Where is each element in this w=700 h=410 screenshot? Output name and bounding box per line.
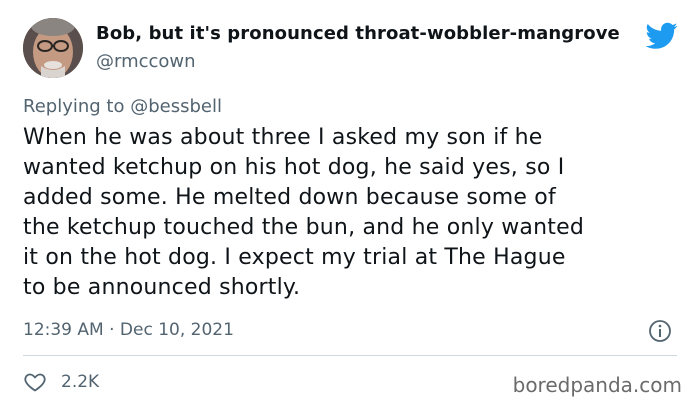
twitter-bird-icon[interactable] — [646, 22, 678, 50]
tweet-text-line: it on the hot dog. I expect my trial at … — [23, 245, 566, 270]
info-icon[interactable] — [648, 319, 672, 343]
watermark: boredpanda.com — [512, 373, 682, 397]
avatar[interactable] — [23, 18, 83, 78]
tweet-timestamp[interactable]: 12:39 AM · Dec 10, 2021 — [23, 320, 234, 340]
tweet-text-line: added some. He melted down because some … — [23, 185, 556, 210]
tweet-text-line: to be announced shortly. — [23, 275, 301, 300]
like-count: 2.2K — [61, 372, 100, 392]
heart-icon — [24, 373, 46, 392]
replying-to-label: Replying to — [23, 96, 125, 117]
replying-to: Replying to @bessbell — [23, 96, 222, 117]
tweet-text-line: When he was about three I asked my son i… — [23, 125, 543, 150]
like-button[interactable]: 2.2K — [23, 370, 99, 394]
author-display-name[interactable]: Bob, but it's pronounced throat-wobbler-… — [96, 23, 620, 44]
replying-to-mention[interactable]: @bessbell — [130, 96, 222, 117]
tweet-text: When he was about three I asked my son i… — [23, 123, 683, 303]
avatar-photo — [23, 18, 83, 78]
divider — [23, 355, 677, 356]
tweet-text-line: wanted ketchup on his hot dog, he said y… — [23, 155, 565, 180]
author-handle[interactable]: @rmccown — [96, 51, 196, 72]
tweet-text-line: the ketchup touched the bun, and he only… — [23, 215, 584, 240]
